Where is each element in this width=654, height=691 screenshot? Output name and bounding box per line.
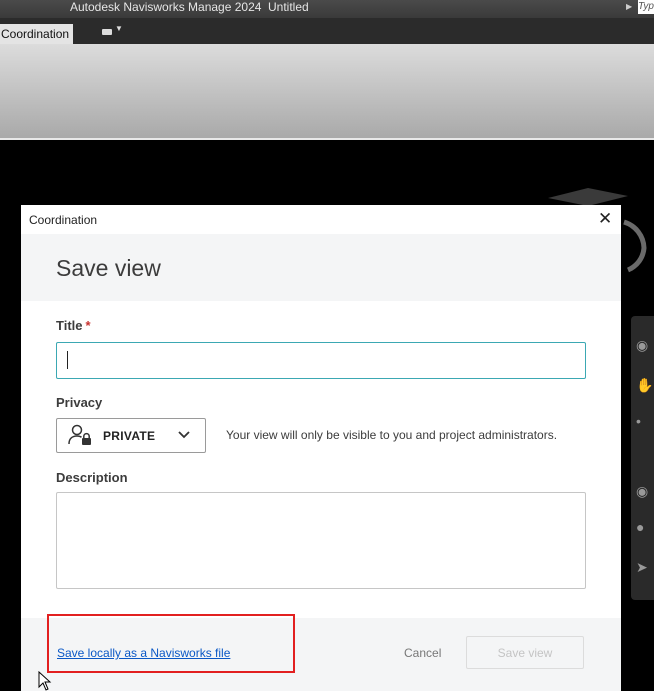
- ribbon-toggle-button[interactable]: ▼: [102, 24, 124, 37]
- dialog-caption-bar: Coordination ✕: [21, 205, 621, 234]
- description-label: Description: [56, 470, 128, 485]
- search-input[interactable]: Typ: [638, 0, 654, 14]
- description-textarea[interactable]: [56, 492, 586, 589]
- text-caret: [67, 351, 68, 369]
- panel-icon: [102, 29, 112, 35]
- privacy-value: PRIVATE: [103, 429, 156, 443]
- title-label-text: Title: [56, 318, 83, 333]
- chevron-down-icon: [178, 431, 190, 439]
- caret-right-icon[interactable]: ▶: [626, 2, 632, 11]
- title-label: Title *: [56, 318, 91, 333]
- title-bar: Autodesk Navisworks Manage 2024 Untitled…: [0, 0, 654, 18]
- privacy-label: Privacy: [56, 395, 103, 410]
- privacy-note: Your view will only be visible to you an…: [226, 428, 558, 442]
- save-view-button[interactable]: Save view: [466, 636, 584, 669]
- pan-hand-icon[interactable]: ✋: [636, 378, 653, 392]
- select-arrow-icon[interactable]: ➤: [636, 560, 648, 574]
- steering-wheel-icon[interactable]: ◉: [636, 338, 648, 352]
- privacy-dropdown[interactable]: PRIVATE: [56, 418, 206, 453]
- ribbon-tab-bar: Coordination ▼: [0, 18, 654, 44]
- document-title: Untitled: [268, 0, 309, 14]
- zoom-icon[interactable]: •: [636, 414, 641, 428]
- dialog-caption: Coordination: [29, 213, 98, 227]
- tab-coordination[interactable]: Coordination: [0, 24, 74, 44]
- dialog-header: Save view: [21, 234, 621, 301]
- mouse-cursor-icon: [38, 671, 52, 691]
- close-icon[interactable]: ✕: [598, 209, 612, 229]
- cancel-button[interactable]: Cancel: [404, 646, 441, 660]
- dialog-heading: Save view: [56, 255, 161, 281]
- navigation-bar: ◉ ✋ • ◉ ● ➤: [631, 316, 654, 600]
- user-lock-icon: [68, 424, 91, 445]
- orbit-icon[interactable]: ◉: [636, 484, 648, 498]
- ribbon-panel: [0, 44, 654, 140]
- title-input[interactable]: [56, 342, 586, 379]
- highlight-annotation: [47, 614, 295, 673]
- chevron-down-icon: ▼: [115, 24, 123, 33]
- required-mark: *: [85, 318, 91, 333]
- look-icon[interactable]: ●: [636, 520, 644, 534]
- app-title: Autodesk Navisworks Manage 2024: [70, 0, 262, 14]
